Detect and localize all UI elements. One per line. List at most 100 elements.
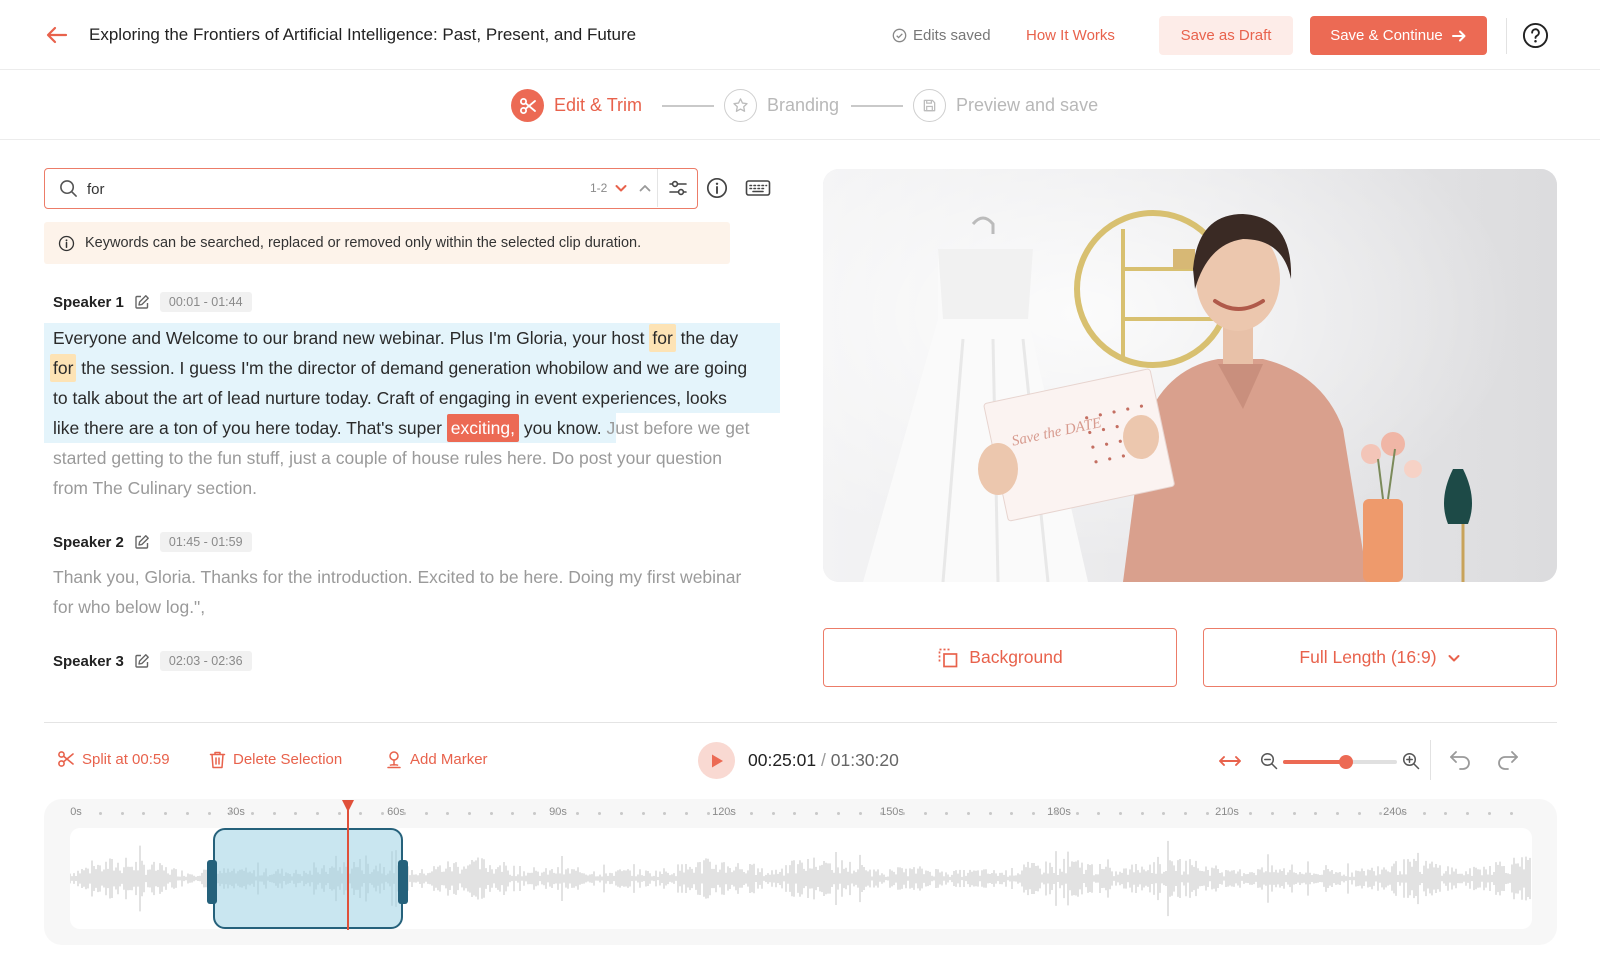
ruler-dot	[771, 812, 775, 815]
ruler-dot	[1032, 812, 1036, 815]
ruler-dot	[99, 812, 102, 815]
current-time: 00:25:01	[748, 750, 817, 770]
step-preview-save-label: Preview and save	[956, 95, 1099, 115]
tick-label: 180s	[1047, 806, 1071, 818]
ruler-dot	[598, 812, 602, 815]
ruler-dot	[576, 812, 580, 815]
ruler-dot	[359, 812, 363, 815]
ruler-dot	[1097, 812, 1101, 815]
delete-selection-button[interactable]: Delete Selection	[209, 750, 342, 769]
edit-speaker-icon[interactable]	[134, 294, 150, 310]
match-count: 1-2	[590, 181, 608, 195]
search-notice: Keywords can be searched, replaced or re…	[44, 222, 730, 264]
tick-label: 150s	[880, 806, 904, 818]
ruler-dot	[1444, 812, 1448, 815]
search-input[interactable]	[87, 178, 567, 200]
search-options-button[interactable]	[657, 169, 698, 207]
fit-width-icon[interactable]	[1218, 751, 1242, 776]
chevron-down-icon	[1448, 654, 1460, 661]
how-it-works-link[interactable]: How It Works	[1026, 27, 1115, 44]
playhead-handle[interactable]	[341, 799, 355, 818]
back-arrow-icon[interactable]	[44, 22, 70, 48]
selection-start-handle[interactable]	[207, 860, 217, 904]
keyboard-icon[interactable]	[745, 178, 771, 203]
selection-end-handle[interactable]	[398, 860, 408, 904]
add-marker-button[interactable]: Add Marker	[385, 750, 488, 769]
sliders-icon	[669, 180, 687, 196]
ruler-dot	[424, 812, 428, 815]
undo-icon[interactable]	[1448, 748, 1472, 775]
step-connector	[662, 105, 714, 107]
timeline-ruler[interactable]: 0s 30s 60s 90s 120s 150s 180s 210s 240s	[44, 799, 1557, 827]
next-match-chevron-icon[interactable]	[614, 181, 628, 195]
transcript-line: for who below log.",	[53, 597, 206, 617]
transcript-text: Everyone and Welcome to our brand new we…	[53, 328, 650, 348]
zoom-out-icon[interactable]	[1260, 752, 1278, 775]
ruler-dot	[294, 812, 298, 815]
arrow-right-icon	[1451, 30, 1466, 41]
ruler-dot	[706, 812, 710, 815]
progress-stepper: Edit & Trim Branding Preview and save	[0, 70, 1600, 140]
save-continue-button[interactable]: Save & Continue	[1310, 16, 1487, 55]
playhead-line	[347, 808, 349, 930]
info-icon[interactable]	[706, 177, 728, 204]
edit-speaker-icon[interactable]	[134, 534, 150, 550]
ruler-dot	[554, 812, 558, 815]
selected-word[interactable]: exciting,	[446, 414, 519, 442]
ruler-dot	[1205, 812, 1209, 815]
video-preview[interactable]: Save the DATE	[823, 169, 1557, 582]
ruler-dot	[164, 812, 168, 815]
edit-speaker-icon[interactable]	[134, 653, 150, 669]
search-match[interactable]: for	[649, 324, 676, 352]
transcript-line: Everyone and Welcome to our brand new we…	[53, 323, 778, 353]
ruler-dot	[641, 812, 645, 815]
ruler-dot	[1249, 812, 1253, 815]
top-bar: Exploring the Frontiers of Artificial In…	[0, 0, 1600, 70]
previous-match-chevron-icon[interactable]	[638, 181, 652, 195]
split-button[interactable]: Split at 00:59	[57, 750, 170, 768]
play-button[interactable]	[698, 742, 735, 779]
ruler-dot	[381, 812, 385, 815]
ruler-dot	[619, 812, 623, 815]
aspect-ratio-dropdown[interactable]: Full Length (16:9)	[1203, 628, 1557, 687]
step-preview-save[interactable]: Preview and save	[913, 89, 1098, 122]
redo-icon[interactable]	[1496, 748, 1520, 775]
step-edit-trim[interactable]: Edit & Trim	[511, 89, 642, 122]
tick-label: 120s	[712, 806, 736, 818]
zoom-slider-thumb[interactable]	[1338, 755, 1353, 769]
ruler-dot	[663, 812, 667, 815]
zoom-slider[interactable]	[1283, 755, 1397, 769]
ruler-dot	[1357, 812, 1361, 815]
transcript-text: the session. I guess I'm the director of…	[76, 358, 748, 378]
search-match[interactable]: for	[50, 354, 77, 382]
scissors-icon	[58, 751, 74, 767]
ruler-dot	[1401, 812, 1404, 815]
save-draft-button[interactable]: Save as Draft	[1159, 16, 1293, 55]
trash-icon	[209, 751, 226, 769]
zoom-in-icon[interactable]	[1402, 752, 1420, 775]
background-button[interactable]: Background	[823, 628, 1177, 687]
aspect-ratio-label: Full Length (16:9)	[1299, 647, 1437, 667]
step-branding[interactable]: Branding	[724, 89, 839, 122]
ruler-dot	[185, 812, 189, 815]
ruler-dot	[533, 812, 536, 815]
ruler-dot	[1466, 812, 1470, 815]
transcript-line: for the session. I guess I'm the directo…	[50, 353, 778, 383]
save-status: Edits saved	[892, 27, 991, 44]
transcript-paragraph[interactable]: Everyone and Welcome to our brand new we…	[50, 323, 778, 503]
transcript-paragraph[interactable]: Thank you, Gloria. Thanks for the introd…	[53, 562, 778, 622]
help-icon[interactable]	[1522, 22, 1549, 49]
add-marker-label: Add Marker	[410, 751, 488, 768]
transcript-line: to talk about the art of lead nurture to…	[53, 388, 727, 408]
speaker-header: Speaker 1 00:01 - 01:44	[53, 292, 252, 312]
ruler-dot	[988, 812, 992, 815]
save-icon	[913, 89, 946, 122]
ruler-dot	[511, 812, 515, 815]
clip-selection[interactable]	[213, 828, 403, 929]
ruler-dot	[836, 812, 840, 815]
ruler-dot	[250, 812, 254, 815]
ruler-dot	[1292, 812, 1296, 815]
transcript-text: Just before we get	[606, 418, 750, 438]
tick-label: 90s	[549, 806, 567, 818]
ruler-dot	[901, 812, 905, 815]
